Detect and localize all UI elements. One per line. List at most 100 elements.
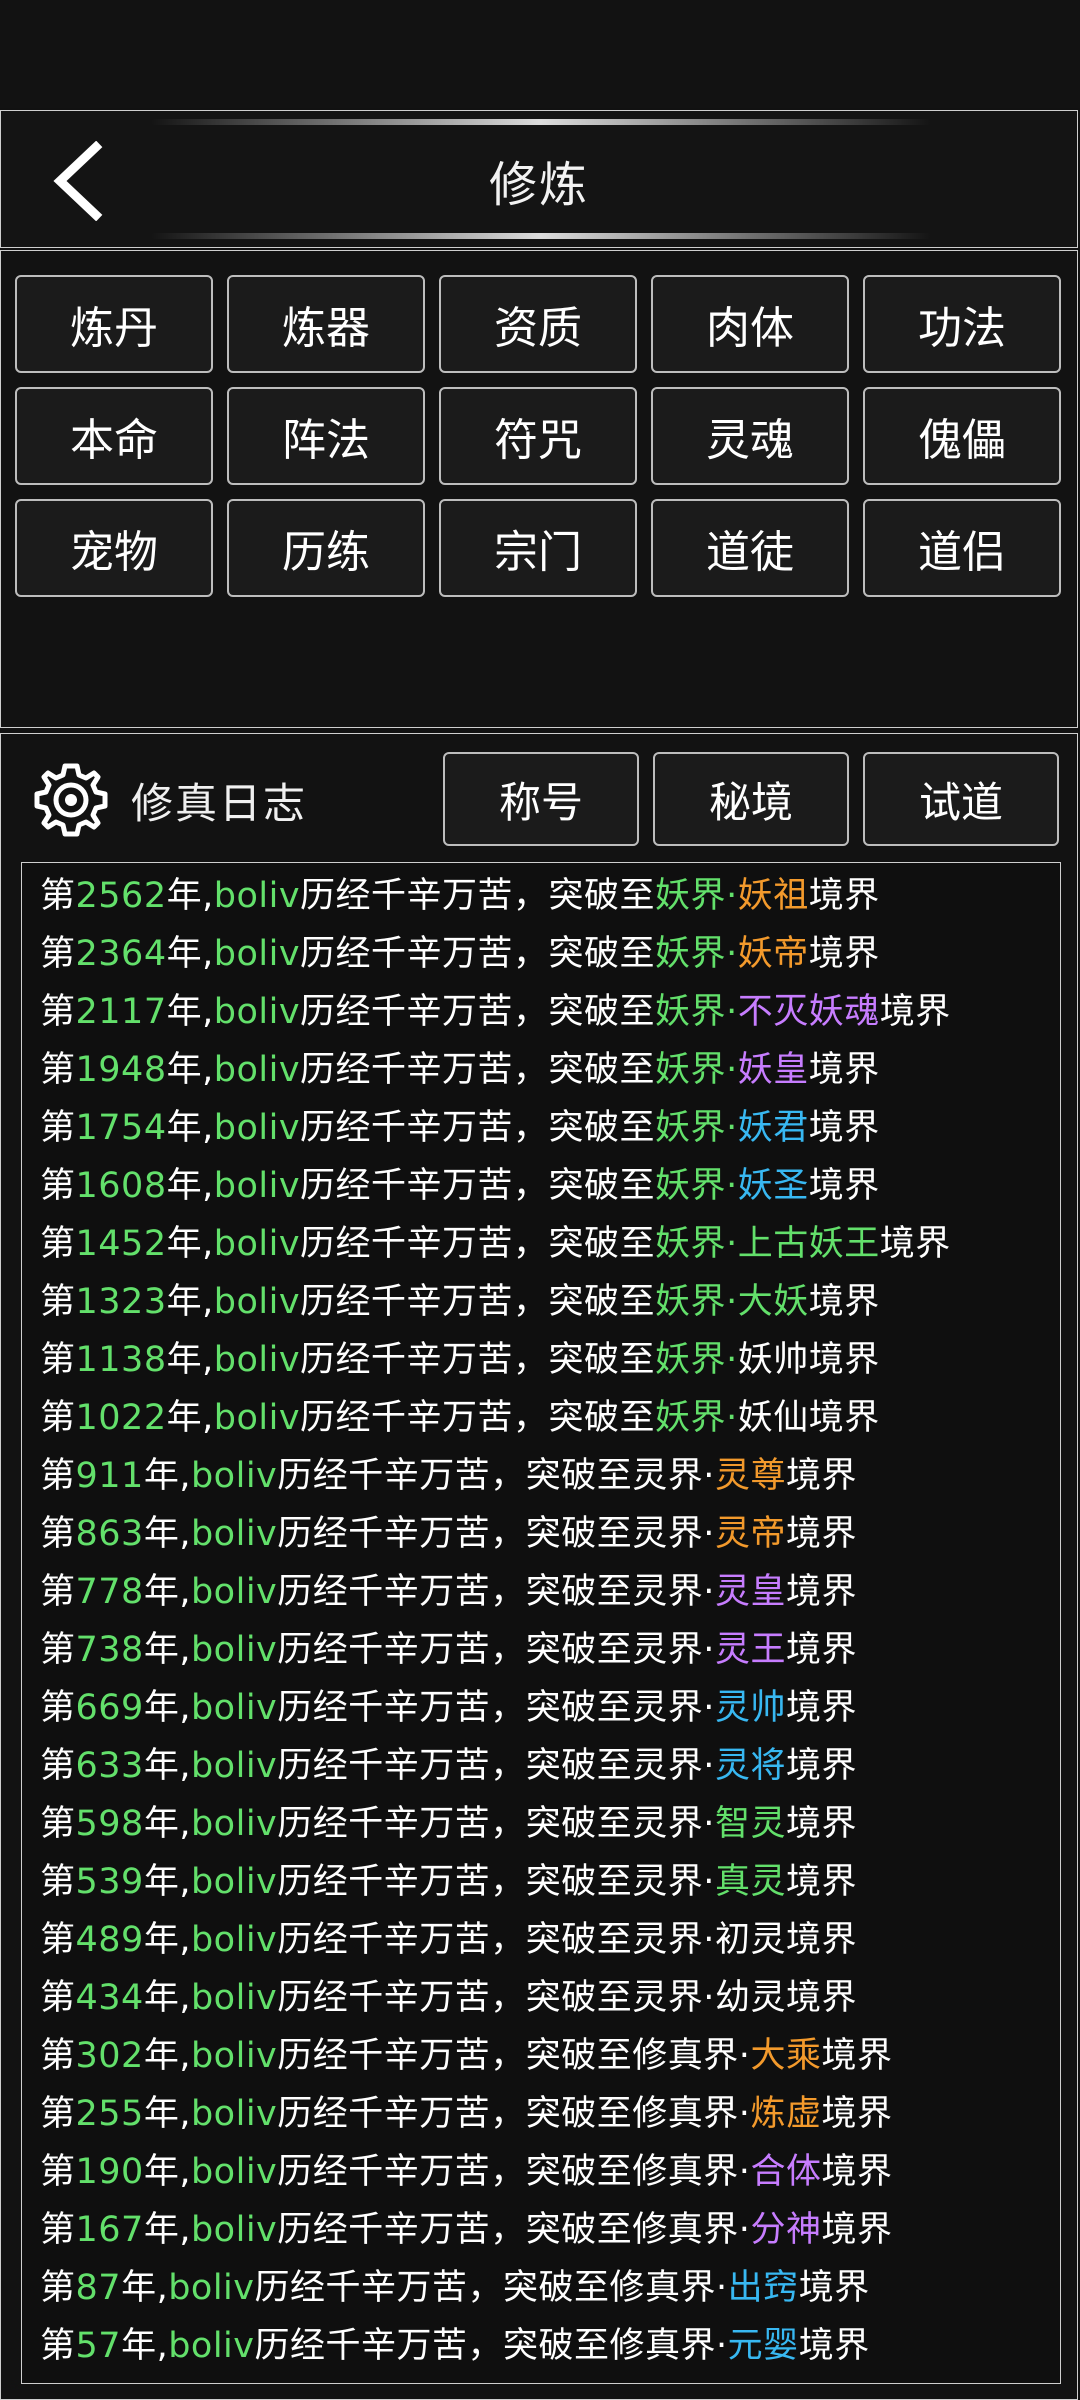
log-phrase: 历经千辛万苦，突破至 — [277, 1630, 633, 1670]
status-bar — [0, 0, 1080, 108]
log-year: 1323 — [75, 1282, 167, 1322]
back-icon[interactable] — [43, 141, 113, 221]
header-bar: 修炼 — [0, 110, 1078, 248]
log-year-unit: 年, — [166, 992, 214, 1032]
log-phrase: 历经千辛万苦，突破至 — [300, 876, 656, 916]
log-suffix: 境界 — [808, 876, 880, 916]
menu-button-formation[interactable]: 阵法 — [227, 387, 425, 485]
log-phrase: 历经千辛万苦，突破至 — [277, 1804, 633, 1844]
log-dot: · — [703, 1630, 715, 1670]
log-entry: 第598年,boliv历经千辛万苦，突破至灵界·智灵境界 — [22, 1795, 1060, 1853]
log-year: 2562 — [75, 876, 167, 916]
log-year-unit: 年, — [121, 2268, 169, 2308]
log-realm: 灵界 — [632, 1804, 704, 1844]
log-year-unit: 年, — [166, 1340, 214, 1380]
log-prefix: 第 — [40, 1804, 76, 1844]
log-year-unit: 年, — [143, 1514, 191, 1554]
log-stage: 元婴 — [727, 2326, 799, 2366]
menu-button-body[interactable]: 肉体 — [651, 275, 849, 373]
log-stage: 炼虚 — [750, 2094, 822, 2134]
menu-button-puppet[interactable]: 傀儡 — [863, 387, 1061, 485]
log-dot: · — [703, 1688, 715, 1728]
log-realm: 修真界 — [632, 2036, 739, 2076]
menu-button-sect[interactable]: 宗门 — [439, 499, 637, 597]
log-dot: · — [726, 1108, 738, 1148]
log-year: 434 — [75, 1978, 144, 2018]
log-phrase: 历经千辛万苦，突破至 — [277, 2036, 633, 2076]
log-entry: 第738年,boliv历经千辛万苦，突破至灵界·灵王境界 — [22, 1621, 1060, 1679]
log-dot: · — [726, 1340, 738, 1380]
log-suffix: 境界 — [821, 2152, 893, 2192]
log-year-unit: 年, — [166, 1108, 214, 1148]
log-realm: 妖界 — [655, 1340, 727, 1380]
log-name: boliv — [213, 1108, 301, 1148]
log-year: 255 — [75, 2094, 144, 2134]
menu-button-techniques[interactable]: 功法 — [863, 275, 1061, 373]
gear-icon[interactable] — [33, 762, 109, 838]
log-suffix: 境界 — [785, 1920, 857, 1960]
log-stage: 妖圣 — [737, 1166, 809, 1206]
log-year: 1022 — [75, 1398, 167, 1438]
menu-button-forging[interactable]: 炼器 — [227, 275, 425, 373]
log-year: 598 — [75, 1804, 144, 1844]
log-prefix: 第 — [40, 2094, 76, 2134]
log-year-unit: 年, — [121, 2326, 169, 2366]
menu-button-talisman[interactable]: 符咒 — [439, 387, 637, 485]
menu-button-training[interactable]: 历练 — [227, 499, 425, 597]
trial-button[interactable]: 试道 — [863, 752, 1059, 846]
log-name: boliv — [213, 992, 301, 1032]
log-realm: 修真界 — [632, 2152, 739, 2192]
log-dot: · — [716, 2326, 728, 2366]
log-name: boliv — [213, 1050, 301, 1090]
log-year: 1754 — [75, 1108, 167, 1148]
log-prefix: 第 — [40, 1920, 76, 1960]
log-entry: 第1608年,boliv历经千辛万苦，突破至妖界·妖圣境界 — [22, 1157, 1060, 1215]
log-suffix: 境界 — [785, 1572, 857, 1612]
log-prefix: 第 — [40, 1572, 76, 1612]
menu-button-aptitude[interactable]: 资质 — [439, 275, 637, 373]
log-stage: 出窍 — [727, 2268, 799, 2308]
log-phrase: 历经千辛万苦，突破至 — [254, 2268, 610, 2308]
log-stage: 灵尊 — [714, 1456, 786, 1496]
menu-button-pet[interactable]: 宠物 — [15, 499, 213, 597]
log-suffix: 境界 — [879, 1224, 951, 1264]
log-entry: 第302年,boliv历经千辛万苦，突破至修真界·大乘境界 — [22, 2027, 1060, 2085]
log-prefix: 第 — [40, 1746, 76, 1786]
log-name: boliv — [190, 1456, 278, 1496]
log-year: 633 — [75, 1746, 144, 1786]
log-name: boliv — [190, 1746, 278, 1786]
log-year-unit: 年, — [143, 2210, 191, 2250]
log-dot: · — [716, 2268, 728, 2308]
log-prefix: 第 — [40, 1456, 76, 1496]
log-name: boliv — [190, 2210, 278, 2250]
menu-button-soul[interactable]: 灵魂 — [651, 387, 849, 485]
journal-log[interactable]: 第2562年,boliv历经千辛万苦，突破至妖界·妖祖境界 第2364年,boli… — [21, 862, 1061, 2384]
log-year-unit: 年, — [166, 1282, 214, 1322]
log-name: boliv — [190, 2152, 278, 2192]
secret-realm-button[interactable]: 秘境 — [653, 752, 849, 846]
log-realm: 灵界 — [632, 1572, 704, 1612]
menu-button-alchemy[interactable]: 炼丹 — [15, 275, 213, 373]
log-prefix: 第 — [40, 2268, 76, 2308]
log-phrase: 历经千辛万苦，突破至 — [277, 1456, 633, 1496]
log-dot: · — [726, 1398, 738, 1438]
log-stage: 分神 — [750, 2210, 822, 2250]
log-stage: 合体 — [750, 2152, 822, 2192]
titles-button[interactable]: 称号 — [443, 752, 639, 846]
log-year: 2364 — [75, 934, 167, 974]
log-suffix: 境界 — [785, 1804, 857, 1844]
log-name: boliv — [190, 1862, 278, 1902]
menu-button-natal[interactable]: 本命 — [15, 387, 213, 485]
menu-button-disciples[interactable]: 道徒 — [651, 499, 849, 597]
log-year-unit: 年, — [143, 1746, 191, 1786]
log-name: boliv — [213, 1282, 301, 1322]
log-suffix: 境界 — [785, 1862, 857, 1902]
menu-button-companion[interactable]: 道侣 — [863, 499, 1061, 597]
page-title: 修炼 — [488, 157, 589, 213]
log-phrase: 历经千辛万苦，突破至 — [300, 1050, 656, 1090]
log-realm: 修真界 — [632, 2210, 739, 2250]
log-phrase: 历经千辛万苦，突破至 — [277, 2210, 633, 2250]
log-dot: · — [703, 1514, 715, 1554]
log-stage: 灵王 — [714, 1630, 786, 1670]
log-stage: 大乘 — [750, 2036, 822, 2076]
